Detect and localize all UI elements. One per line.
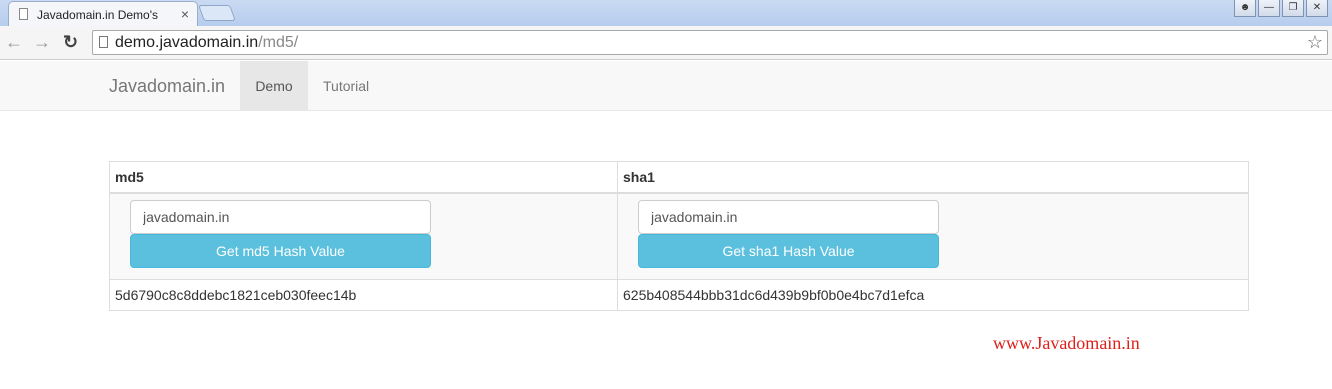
table-header-row: md5 sha1 (109, 161, 1249, 194)
minimize-button[interactable]: — (1258, 0, 1280, 17)
site-navbar: Javadomain.in Demo Tutorial (0, 61, 1332, 111)
watermark-text: www.Javadomain.in (993, 333, 1140, 353)
page-icon (19, 8, 28, 20)
new-tab-button[interactable] (198, 5, 236, 21)
user-icon[interactable]: ☻ (1234, 0, 1256, 17)
md5-hash-value: 5d6790c8c8ddebc1821ceb030feec14b (109, 279, 618, 311)
bookmark-star-icon[interactable]: ☆ (1307, 32, 1323, 53)
nav-item-demo[interactable]: Demo (240, 61, 308, 111)
url-text[interactable]: demo.javadomain.in/md5/ (115, 34, 298, 52)
sha1-input[interactable] (638, 200, 939, 234)
forward-icon[interactable]: → (33, 33, 51, 51)
hash-table: md5 sha1 Get md5 Hash Value Get sha1 Has… (109, 161, 1249, 311)
sha1-hash-value: 625b408544bbb31dc6d439b9bf0b0e4bc7d1efca (617, 279, 1249, 311)
url-host: demo.javadomain.in (115, 34, 259, 51)
header-md5: md5 (109, 161, 618, 194)
nav-item-tutorial[interactable]: Tutorial (323, 61, 369, 111)
hash-result-row: 5d6790c8c8ddebc1821ceb030feec14b 625b408… (109, 279, 1249, 311)
url-path: /md5/ (258, 34, 299, 51)
close-window-button[interactable]: ✕ (1306, 0, 1328, 17)
form-row: Get md5 Hash Value Get sha1 Hash Value (109, 192, 1249, 280)
back-icon[interactable]: ← (5, 33, 23, 51)
restore-button[interactable]: ❐ (1282, 0, 1304, 17)
tab-title: Javadomain.in Demo's (37, 8, 159, 22)
header-sha1: sha1 (617, 161, 1249, 194)
browser-tab-strip: Javadomain.in Demo's × ☻ — ❐ ✕ (0, 0, 1332, 26)
md5-form-cell: Get md5 Hash Value (109, 192, 618, 280)
browser-tab[interactable]: Javadomain.in Demo's × (8, 1, 198, 26)
tab-close-icon[interactable]: × (181, 6, 189, 22)
md5-input[interactable] (130, 200, 431, 234)
sha1-form-cell: Get sha1 Hash Value (617, 192, 1249, 280)
brand-link[interactable]: Javadomain.in (109, 76, 225, 97)
get-md5-button[interactable]: Get md5 Hash Value (130, 234, 431, 268)
get-sha1-button[interactable]: Get sha1 Hash Value (638, 234, 939, 268)
window-controls: ☻ — ❐ ✕ (1234, 0, 1328, 18)
browser-toolbar: ← → ↻ demo.javadomain.in/md5/ ☆ (0, 26, 1332, 60)
page-icon (99, 36, 108, 48)
address-bar[interactable]: demo.javadomain.in/md5/ ☆ (92, 30, 1328, 55)
reload-icon[interactable]: ↻ (63, 33, 78, 51)
